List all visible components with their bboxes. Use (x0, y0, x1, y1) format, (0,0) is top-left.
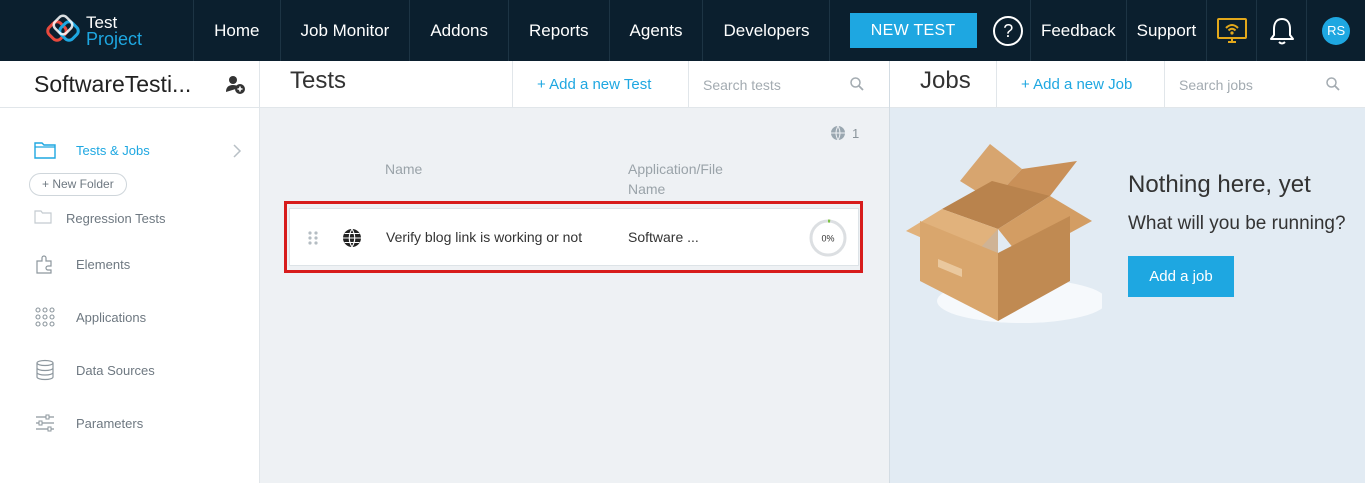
add-new-job-link[interactable]: + Add a new Job (996, 61, 1164, 108)
test-name: Verify blog link is working or not (386, 229, 583, 245)
search-icon[interactable] (849, 76, 865, 92)
new-test-button[interactable]: NEW TEST (849, 13, 977, 48)
nav-agents[interactable]: Agents (610, 0, 704, 61)
bell-icon (1269, 17, 1294, 44)
project-header: SoftwareTesti... (0, 61, 259, 108)
sidebar-item-elements[interactable]: Elements (34, 253, 130, 275)
elements-icon (34, 253, 56, 275)
jobs-search-box (1164, 61, 1365, 108)
database-icon (34, 359, 56, 381)
new-folder-button[interactable]: + New Folder (29, 173, 127, 196)
tests-search-input[interactable] (689, 76, 849, 93)
jobs-panel: Jobs + Add a new Job Nothing here, yet W… (889, 61, 1365, 483)
test-progress-ring: 0% (809, 219, 847, 257)
table-row[interactable]: Verify blog link is working or not Softw… (289, 208, 859, 266)
tests-search-box (688, 61, 889, 108)
feedback-link[interactable]: Feedback (1031, 0, 1127, 61)
testproject-logo-icon (46, 14, 80, 42)
sidebar-item-label: Elements (76, 256, 131, 272)
avatar: RS (1322, 16, 1351, 45)
search-icon[interactable] (1325, 76, 1341, 92)
jobs-header: Jobs + Add a new Job (890, 61, 1365, 108)
testproject-logo[interactable]: Test Project (0, 0, 195, 61)
jobs-search-input[interactable] (1165, 76, 1315, 93)
column-header-application-line1: Application/File (628, 161, 723, 177)
sidebar-item-label: Applications (76, 309, 147, 325)
chevron-right-icon[interactable] (232, 143, 242, 159)
jobs-title: Jobs (920, 67, 971, 94)
column-header-application-line2: Name (628, 181, 666, 197)
jobs-empty-subtitle: What will you be running? (1128, 213, 1346, 234)
sidebar-item-tests-jobs[interactable]: Tests & Jobs (34, 139, 150, 161)
sliders-icon (34, 412, 56, 434)
web-tests-count: 1 (830, 125, 859, 141)
project-sidebar: SoftwareTesti... Tests & Jobs + New Fold… (0, 61, 260, 483)
sidebar-item-applications[interactable]: Applications (34, 306, 146, 328)
add-new-test-link[interactable]: + Add a new Test (512, 61, 688, 108)
add-job-button[interactable]: Add a job (1128, 256, 1234, 297)
logo-text-test: Test (86, 12, 118, 32)
sidebar-item-label: Data Sources (76, 362, 155, 378)
project-name[interactable]: SoftwareTesti... (34, 71, 216, 98)
nav-reports[interactable]: Reports (509, 0, 610, 61)
help-button[interactable]: ? (987, 0, 1031, 61)
sidebar-item-parameters[interactable]: Parameters (34, 412, 143, 434)
folder-icon (34, 139, 56, 161)
column-header-name[interactable]: Name (385, 159, 422, 179)
globe-icon (831, 125, 845, 141)
test-progress-label: 0% (821, 234, 834, 244)
tests-title: Tests (290, 67, 347, 94)
nav-home[interactable]: Home (194, 0, 281, 61)
folder-regression-tests[interactable]: Regression Tests (34, 210, 165, 227)
agents-status-button[interactable] (1207, 0, 1258, 61)
drag-handle-icon[interactable] (308, 231, 318, 245)
empty-box-illustration (906, 144, 1102, 323)
column-header-application[interactable]: Application/File Name (628, 159, 723, 199)
test-application: Software ... (628, 229, 699, 245)
jobs-empty-title: Nothing here, yet (1128, 171, 1311, 198)
nav-developers[interactable]: Developers (703, 0, 831, 61)
logo-text-project: Project (86, 28, 143, 49)
support-link[interactable]: Support (1127, 0, 1208, 61)
web-test-globe-icon (343, 228, 361, 248)
top-navbar: Test Project Home Job Monitor Addons Rep… (0, 0, 1365, 61)
nav-addons[interactable]: Addons (410, 0, 510, 61)
user-menu[interactable]: RS (1307, 0, 1365, 61)
tests-header: Tests + Add a new Test (260, 61, 889, 108)
sidebar-item-label: Tests & Jobs (76, 142, 150, 158)
applications-grid-icon (34, 306, 56, 328)
web-tests-count-value: 1 (852, 125, 860, 141)
nav-job-monitor[interactable]: Job Monitor (281, 0, 411, 61)
help-icon: ? (993, 15, 1024, 46)
folder-outline-icon (34, 210, 52, 227)
notifications-button[interactable] (1257, 0, 1308, 61)
monitor-wifi-icon (1216, 17, 1247, 43)
share-project-user-icon[interactable] (224, 73, 246, 95)
sidebar-item-data-sources[interactable]: Data Sources (34, 359, 155, 381)
tests-panel: Tests + Add a new Test 1 Name Applicatio… (260, 61, 889, 483)
folder-label: Regression Tests (66, 211, 166, 226)
sidebar-item-label: Parameters (76, 415, 144, 431)
